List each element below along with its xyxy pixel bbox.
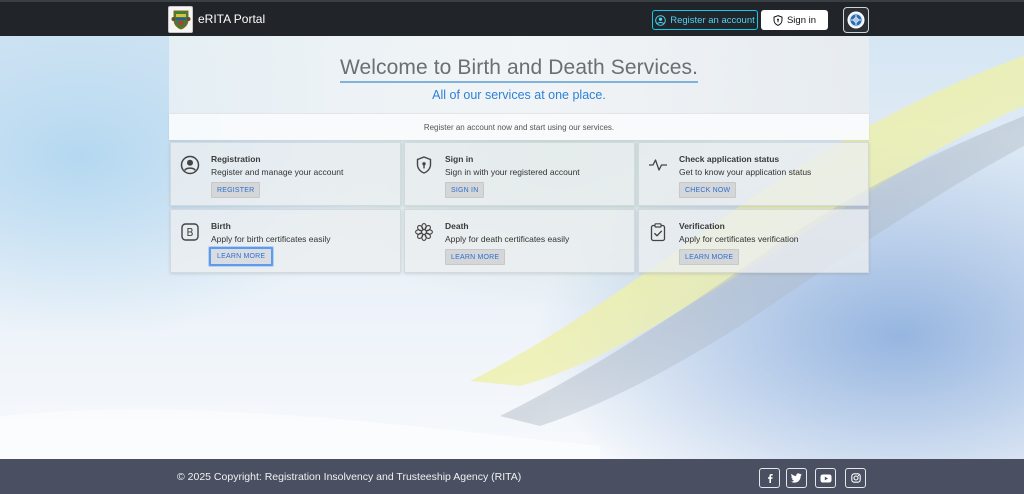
register-account-button[interactable]: Register an account xyxy=(652,10,758,30)
card-title: Death xyxy=(445,221,469,231)
card-verification: Verification Apply for certificates veri… xyxy=(638,209,869,273)
svg-text:B: B xyxy=(186,227,193,239)
footer: © 2025 Copyright: Registration Insolvenc… xyxy=(0,459,1024,494)
card-signin: Sign in Sign in with your registered acc… xyxy=(404,142,635,206)
flower-icon xyxy=(415,223,433,241)
card-description: Sign in with your registered account xyxy=(445,167,580,177)
signin-card-button[interactable]: SIGN IN xyxy=(445,182,485,198)
person-circle-icon xyxy=(180,155,200,175)
shield-lock-icon xyxy=(773,14,783,26)
register-button[interactable]: REGISTER xyxy=(211,182,261,198)
facebook-icon xyxy=(767,474,773,483)
death-learn-more-button[interactable]: LEARN MORE xyxy=(445,249,506,265)
hero-banner: Welcome to Birth and Death Services. All… xyxy=(169,36,869,113)
birth-learn-more-button[interactable]: LEARN MORE xyxy=(209,247,274,266)
card-death: Death Apply for death certificates easil… xyxy=(404,209,635,273)
card-description: Get to know your application status xyxy=(679,167,812,177)
page-title: Welcome to Birth and Death Services. xyxy=(339,56,699,83)
card-birth: B Birth Apply for birth certificates eas… xyxy=(170,209,401,273)
card-registration: Registration Register and manage your ac… xyxy=(170,142,401,206)
card-title: Check application status xyxy=(679,154,780,164)
shield-lock-icon xyxy=(416,156,432,174)
clipboard-check-icon xyxy=(650,223,666,242)
coat-of-arms-logo xyxy=(168,5,193,33)
card-title: Sign in xyxy=(445,154,474,164)
top-navbar: eRITA Portal Register an account Sign in xyxy=(0,0,1024,36)
hero-subtitle: All of our services at one place. xyxy=(432,88,606,102)
language-flag-button[interactable] xyxy=(843,7,869,33)
instagram-link[interactable] xyxy=(845,468,866,488)
signin-button[interactable]: Sign in xyxy=(761,10,828,30)
signin-label: Sign in xyxy=(786,14,817,26)
activity-icon xyxy=(649,159,667,171)
youtube-icon xyxy=(820,474,831,482)
card-title: Registration xyxy=(211,154,261,164)
check-now-button[interactable]: CHECK NOW xyxy=(679,182,737,198)
facebook-link[interactable] xyxy=(759,468,780,488)
card-title: Birth xyxy=(211,221,231,231)
card-description: Apply for certificates verification xyxy=(679,234,799,244)
card-description: Register and manage your account xyxy=(211,167,344,177)
brand-title: eRITA Portal xyxy=(198,12,266,26)
brand-link[interactable]: eRITA Portal xyxy=(168,5,265,33)
hero-note: Register an account now and start using … xyxy=(169,113,869,140)
globe-icon xyxy=(847,11,865,29)
verification-learn-more-button[interactable]: LEARN MORE xyxy=(679,249,740,265)
letter-b-icon: B xyxy=(181,223,199,241)
card-check-status: Check application status Get to know you… xyxy=(638,142,869,206)
instagram-icon xyxy=(850,473,861,483)
card-title: Verification xyxy=(679,221,725,231)
card-description: Apply for death certificates easily xyxy=(445,234,570,244)
person-circle-icon xyxy=(655,14,667,26)
twitter-icon xyxy=(791,473,802,483)
youtube-link[interactable] xyxy=(815,468,836,488)
card-description: Apply for birth certificates easily xyxy=(211,234,331,244)
register-account-label: Register an account xyxy=(670,14,755,26)
twitter-link[interactable] xyxy=(786,468,807,488)
copyright-text: © 2025 Copyright: Registration Insolvenc… xyxy=(177,471,522,483)
